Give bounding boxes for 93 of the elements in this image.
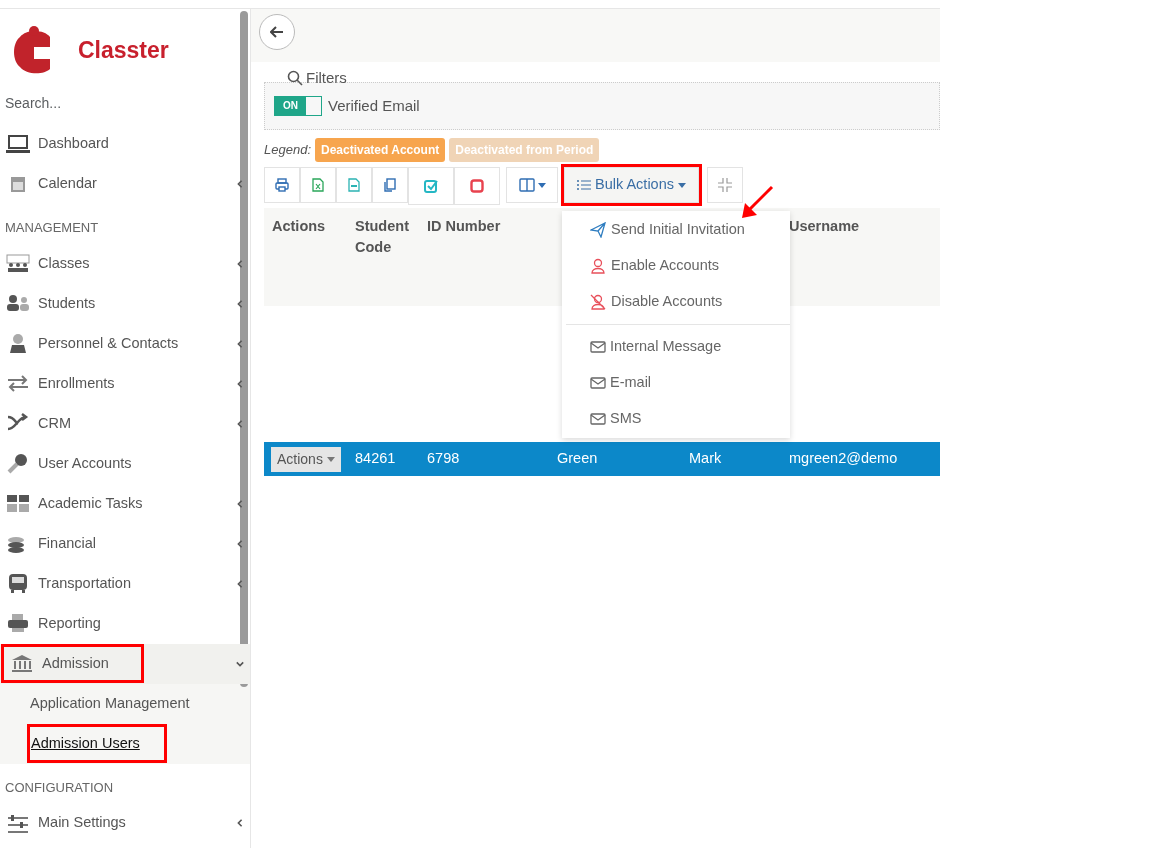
chevron-left-icon bbox=[236, 378, 244, 389]
print-icon bbox=[275, 178, 289, 192]
printer-icon bbox=[6, 613, 30, 634]
chevron-left-icon bbox=[236, 578, 244, 589]
column-header: Username bbox=[789, 217, 861, 236]
scrollbar[interactable] bbox=[240, 11, 248, 687]
back-button[interactable] bbox=[259, 14, 295, 50]
column-header: Actions bbox=[271, 217, 327, 236]
compress-icon bbox=[718, 178, 732, 192]
toolbar-button[interactable] bbox=[408, 167, 454, 205]
send-icon bbox=[590, 222, 606, 238]
menu-item[interactable]: E-mail bbox=[562, 365, 790, 401]
chevron-left-icon bbox=[236, 818, 244, 828]
bulk-actions-button[interactable]: Bulk Actions bbox=[564, 167, 699, 203]
section-heading: MANAGEMENT bbox=[4, 219, 100, 237]
sidebar-item[interactable]: User Accounts bbox=[0, 443, 250, 484]
submenu-item[interactable]: Admission Users bbox=[30, 726, 164, 761]
sidebar-item[interactable]: Academic Tasks bbox=[0, 483, 250, 524]
envelope-icon bbox=[590, 339, 606, 355]
list-icon bbox=[577, 179, 591, 191]
column-header: Student Code bbox=[355, 217, 410, 257]
filters-title: Filters bbox=[306, 68, 347, 88]
table-cell-text: Mark bbox=[689, 449, 723, 469]
chevron-left-icon bbox=[236, 298, 244, 309]
table-cell-text: Green bbox=[557, 449, 599, 469]
envelope-icon bbox=[590, 375, 606, 391]
sidebar-item[interactable]: Personnel & Contacts bbox=[0, 323, 250, 364]
back-arrow-icon bbox=[270, 26, 284, 38]
key-icon bbox=[6, 453, 30, 474]
square-icon bbox=[470, 179, 484, 193]
sidebar-item[interactable]: Dashboard bbox=[0, 124, 250, 164]
search-icon bbox=[287, 70, 303, 87]
user-slash-icon bbox=[590, 294, 606, 310]
legend-badge: Deactivated Account bbox=[315, 138, 446, 162]
chevron-left-icon bbox=[236, 538, 244, 549]
column-header: ID Number bbox=[427, 217, 502, 236]
toggle-label: Verified Email bbox=[328, 95, 420, 116]
search-field[interactable]: Search... bbox=[0, 79, 250, 124]
columns-icon bbox=[518, 178, 535, 192]
toolbar-button[interactable] bbox=[264, 167, 300, 203]
sidebar-item[interactable]: Classes bbox=[0, 243, 250, 284]
copy-icon bbox=[383, 178, 397, 192]
table-cell-text: 6798 bbox=[427, 449, 461, 469]
toolbar-button[interactable] bbox=[454, 167, 500, 205]
sidebar-item[interactable]: Admission bbox=[0, 643, 250, 684]
sidebar-item[interactable]: Main Settings bbox=[0, 803, 250, 843]
checkbox-icon bbox=[424, 179, 438, 193]
menu-item[interactable]: Internal Message bbox=[562, 329, 790, 365]
sidebar-item[interactable]: Enrollments bbox=[0, 363, 250, 404]
table-cell-text: 84261 bbox=[355, 449, 397, 469]
user-icon bbox=[590, 258, 606, 274]
sidebar-item[interactable]: Students bbox=[0, 283, 250, 324]
legend-badge: Deactivated from Period bbox=[449, 138, 600, 162]
swap-arrows-icon bbox=[6, 373, 30, 394]
classroom-icon bbox=[6, 253, 30, 274]
chevron-left-icon bbox=[236, 418, 244, 429]
menu-item[interactable]: SMS bbox=[562, 401, 790, 437]
caret-icon bbox=[326, 456, 335, 462]
sidebar-item[interactable]: Reporting bbox=[0, 603, 250, 644]
table-row[interactable]: Actions 84261 6798 Green Mark mgreen2@demo bbox=[264, 442, 940, 476]
sliders-icon bbox=[6, 812, 30, 834]
bus-icon bbox=[6, 573, 30, 594]
sidebar-item[interactable]: Transportation bbox=[0, 563, 250, 604]
logo-text: Classter bbox=[78, 35, 169, 65]
menu-item[interactable]: Send Initial Invitation bbox=[562, 212, 790, 248]
chevron-left-icon bbox=[236, 258, 244, 269]
legend-label: Legend: bbox=[264, 141, 311, 160]
columns-button[interactable] bbox=[506, 167, 558, 203]
actions-button[interactable]: Actions bbox=[271, 446, 341, 472]
sidebar-item[interactable]: Calendar bbox=[0, 164, 250, 204]
envelope-icon bbox=[590, 411, 606, 427]
caret-icon bbox=[678, 182, 686, 188]
menu-item[interactable]: Disable Accounts bbox=[562, 284, 790, 320]
csv-file-icon bbox=[347, 178, 361, 192]
collapse-button[interactable] bbox=[707, 167, 743, 203]
submenu-item[interactable]: Application Management bbox=[30, 692, 190, 715]
grid-icon bbox=[6, 493, 30, 514]
sidebar-item[interactable]: CRM bbox=[0, 403, 250, 444]
chevron-left-icon bbox=[236, 338, 244, 349]
users-icon bbox=[6, 293, 30, 314]
menu-item[interactable]: Enable Accounts bbox=[562, 248, 790, 284]
section-heading: CONFIGURATION bbox=[4, 778, 115, 797]
bank-icon bbox=[10, 653, 34, 674]
toolbar-button[interactable] bbox=[372, 167, 408, 203]
table-cell-text: mgreen2@demo bbox=[789, 449, 899, 469]
chevron-left-icon bbox=[236, 498, 244, 509]
toolbar-button[interactable] bbox=[300, 167, 336, 203]
laptop-icon bbox=[6, 133, 30, 155]
spreadsheet-file-icon bbox=[311, 178, 325, 192]
sidebar-item[interactable]: Financial bbox=[0, 523, 250, 564]
caret-icon bbox=[537, 182, 546, 188]
toolbar-button[interactable] bbox=[336, 167, 372, 203]
chevron-left-icon bbox=[236, 179, 244, 189]
